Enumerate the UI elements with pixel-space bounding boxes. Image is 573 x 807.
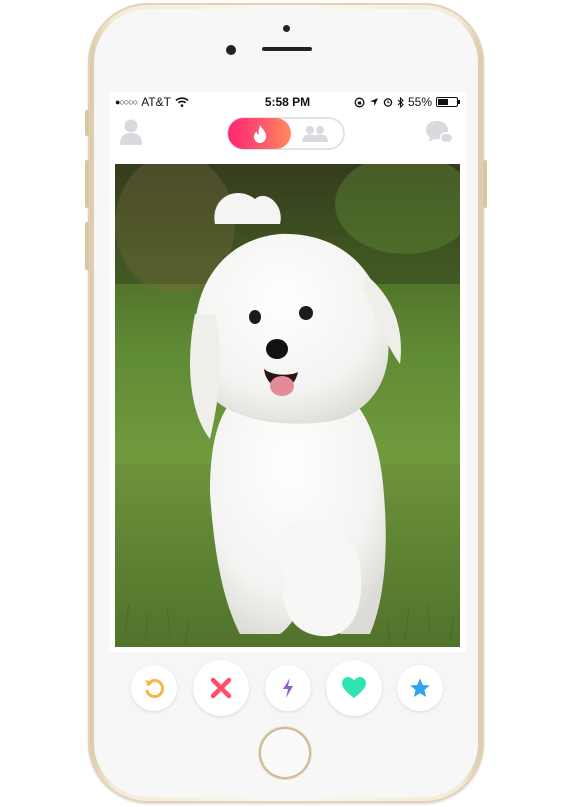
heart-icon	[342, 677, 366, 698]
nope-button[interactable]	[193, 660, 249, 716]
action-bar	[109, 652, 466, 725]
discovery-toggle[interactable]	[227, 117, 345, 150]
status-bar: ●○○○○ AT&T 5:58 PM 55%	[109, 92, 466, 112]
close-icon	[210, 677, 232, 699]
app-screen: ●○○○○ AT&T 5:58 PM 55%	[109, 92, 466, 725]
battery-level	[438, 99, 448, 105]
flame-icon	[254, 125, 266, 143]
profile-icon[interactable]	[119, 118, 143, 146]
toggle-active-segment[interactable]	[228, 118, 291, 149]
rotation-lock-icon	[354, 97, 365, 107]
battery-percent: 55%	[407, 95, 432, 109]
star-icon	[410, 678, 430, 697]
messages-icon[interactable]	[425, 120, 455, 146]
rewind-icon	[145, 679, 165, 698]
mute-switch	[85, 110, 89, 136]
volume-down-button	[85, 222, 89, 270]
group-icon[interactable]	[300, 125, 330, 143]
status-right: 55%	[354, 95, 460, 109]
battery-icon	[436, 97, 460, 107]
volume-up-button	[85, 160, 89, 208]
dog-photo	[115, 164, 460, 647]
like-button[interactable]	[326, 660, 382, 716]
home-button[interactable]	[259, 727, 311, 779]
front-camera	[226, 45, 236, 55]
location-icon	[369, 98, 378, 106]
boost-button[interactable]	[265, 665, 311, 711]
profile-card[interactable]	[115, 164, 460, 647]
alarm-icon	[383, 98, 393, 107]
power-button	[483, 160, 487, 208]
lightning-icon	[283, 678, 293, 698]
bluetooth-icon	[397, 96, 404, 108]
rewind-button[interactable]	[131, 665, 177, 711]
proximity-sensor	[283, 25, 290, 32]
super-like-button[interactable]	[397, 665, 443, 711]
earpiece-speaker	[262, 47, 312, 51]
top-nav	[109, 112, 466, 160]
